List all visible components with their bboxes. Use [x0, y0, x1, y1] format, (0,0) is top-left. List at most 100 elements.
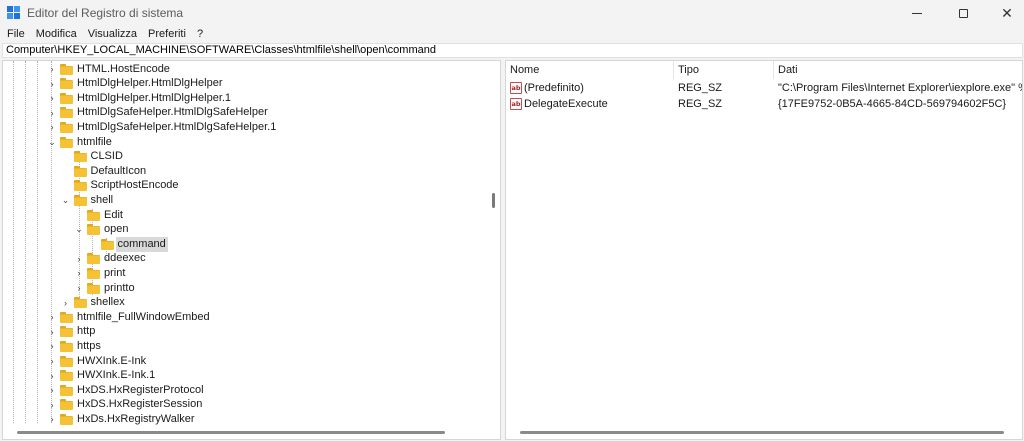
close-button[interactable]: ✕ [984, 0, 1024, 26]
collapse-chevron-icon[interactable]: ⌄ [74, 222, 84, 237]
tree-item-label: shell [90, 193, 114, 206]
tree-item[interactable]: › http [3, 324, 489, 339]
tree-horizontal-scrollbar[interactable] [17, 431, 445, 434]
tree-item[interactable]: ⌄ htmlfile [3, 135, 489, 150]
collapse-chevron-icon[interactable]: ⌄ [61, 193, 71, 208]
tree-item[interactable]: › HtmlDlgHelper.HtmlDlgHelper.1 [3, 91, 489, 106]
tree-item-label: shellex [90, 296, 125, 309]
tree-item-label: HxDS.HxRegisterSession [77, 398, 203, 411]
tree-item[interactable]: › htmlfile_FullWindowEmbed [3, 310, 489, 325]
collapse-chevron-icon[interactable]: ⌄ [47, 135, 57, 150]
value-name: (Predefinito) [524, 82, 584, 94]
folder-icon [60, 355, 73, 367]
tree-item[interactable]: › print [3, 266, 489, 281]
tree-item[interactable]: › printto [3, 281, 489, 296]
tree-item[interactable]: › HtmlDlgHelper.HtmlDlgHelper [3, 76, 489, 91]
tree-item-label: HTML.HostEncode [77, 62, 170, 75]
tree-item[interactable]: › shellex [3, 295, 489, 310]
folder-icon [87, 209, 100, 221]
title-bar: Editor del Registro di sistema ✕ [0, 0, 1024, 26]
tree-item-label: HtmlDlgSafeHelper.HtmlDlgSafeHelper.1 [77, 120, 277, 133]
registry-tree[interactable]: › HTML.HostEncode › HtmlDlgHelper.HtmlDlgHe… [2, 60, 501, 440]
expand-chevron-icon[interactable]: › [47, 412, 57, 427]
tree-item[interactable]: › HWXInk.E-Ink.1 [3, 368, 489, 383]
folder-icon [60, 92, 73, 104]
address-bar[interactable]: Computer\HKEY_LOCAL_MACHINE\SOFTWARE\Cla… [2, 43, 1023, 58]
tree-vertical-scrollbar[interactable] [492, 193, 495, 208]
tree-item[interactable]: › HWXInk.E-Ink [3, 354, 489, 369]
expand-chevron-icon[interactable]: › [47, 91, 57, 106]
folder-icon [60, 326, 73, 338]
folder-icon [73, 297, 87, 309]
folder-icon [60, 63, 73, 75]
folder-icon [73, 180, 87, 192]
tree-item[interactable]: › HxDS.HxRegisterSession [3, 397, 489, 412]
expand-chevron-icon[interactable]: › [47, 354, 57, 369]
tree-item[interactable]: Edit [3, 208, 489, 223]
folder-icon [60, 340, 73, 352]
folder-icon [87, 253, 100, 265]
folder-icon [73, 194, 87, 206]
close-icon: ✕ [1001, 5, 1013, 21]
expand-chevron-icon[interactable]: › [74, 251, 84, 266]
column-header-nome[interactable]: Nome [506, 61, 674, 79]
folder-icon [60, 399, 73, 411]
value-row[interactable]: ab (Predefinito) REG_SZ "C:\Program File… [506, 80, 1022, 96]
expand-chevron-icon[interactable]: › [47, 339, 57, 354]
window-title: Editor del Registro di sistema [27, 6, 184, 20]
menu-preferiti[interactable]: Preferiti [148, 28, 186, 40]
tree-item[interactable]: › HxDs.HxRegistryWalker [3, 412, 489, 427]
tree-item[interactable]: ⌄ shell [3, 193, 489, 208]
tree-item[interactable]: DefaultIcon [3, 164, 489, 179]
values-list[interactable]: Nome Tipo Dati ab (Predefinito) REG_SZ "… [505, 60, 1023, 440]
minimize-button[interactable] [894, 0, 940, 26]
expand-chevron-icon[interactable]: › [47, 105, 57, 120]
tree-item[interactable]: › HtmlDlgSafeHelper.HtmlDlgSafeHelper [3, 105, 489, 120]
expand-chevron-icon[interactable]: › [47, 397, 57, 412]
expand-chevron-icon[interactable]: › [47, 76, 57, 91]
expand-chevron-icon[interactable]: › [74, 281, 84, 296]
tree-item[interactable]: command [3, 236, 489, 252]
expand-chevron-icon[interactable]: › [47, 62, 57, 77]
expand-chevron-icon[interactable]: › [47, 120, 57, 135]
folder-icon [60, 136, 73, 148]
tree-item[interactable]: › ddeexec [3, 251, 489, 266]
tree-item[interactable]: CLSID [3, 149, 489, 164]
menu-file[interactable]: File [7, 28, 25, 40]
column-header-dati[interactable]: Dati [774, 61, 1022, 79]
tree-item[interactable]: ⌄ open [3, 222, 489, 237]
tree-item-label: HWXInk.E-Ink.1 [77, 369, 156, 382]
maximize-button[interactable] [940, 0, 986, 26]
folder-icon [87, 267, 100, 279]
folder-icon [87, 282, 100, 294]
tree-item[interactable]: › HTML.HostEncode [3, 62, 489, 77]
expand-chevron-icon[interactable]: › [47, 310, 57, 325]
folder-icon [60, 311, 73, 323]
tree-item[interactable]: ScriptHostEncode [3, 178, 489, 193]
tree-item[interactable]: › HtmlDlgSafeHelper.HtmlDlgSafeHelper.1 [3, 120, 489, 135]
menu-modifica[interactable]: Modifica [36, 28, 77, 40]
tree-item-label: Edit [104, 208, 123, 221]
menu-visualizza[interactable]: Visualizza [88, 28, 137, 40]
expand-chevron-icon[interactable]: › [47, 368, 57, 383]
value-type: REG_SZ [678, 82, 723, 94]
tree-item[interactable]: › HxDS.HxRegisterProtocol [3, 383, 489, 398]
minimize-icon [912, 12, 922, 14]
list-horizontal-scrollbar[interactable] [520, 431, 1004, 434]
value-row[interactable]: ab DelegateExecute REG_SZ {17FE9752-0B5A… [506, 96, 1022, 112]
expand-chevron-icon[interactable]: › [61, 295, 71, 310]
regedit-app-icon [7, 6, 21, 20]
column-header-tipo[interactable]: Tipo [674, 61, 774, 79]
expand-chevron-icon[interactable]: › [74, 266, 84, 281]
tree-item-label: HWXInk.E-Ink [77, 354, 147, 367]
tree-item[interactable]: › https [3, 339, 489, 354]
tree-item-label: open [104, 223, 129, 236]
menu-help[interactable]: ? [197, 28, 203, 40]
expand-chevron-icon[interactable]: › [47, 324, 57, 339]
expand-chevron-icon[interactable]: › [47, 383, 57, 398]
